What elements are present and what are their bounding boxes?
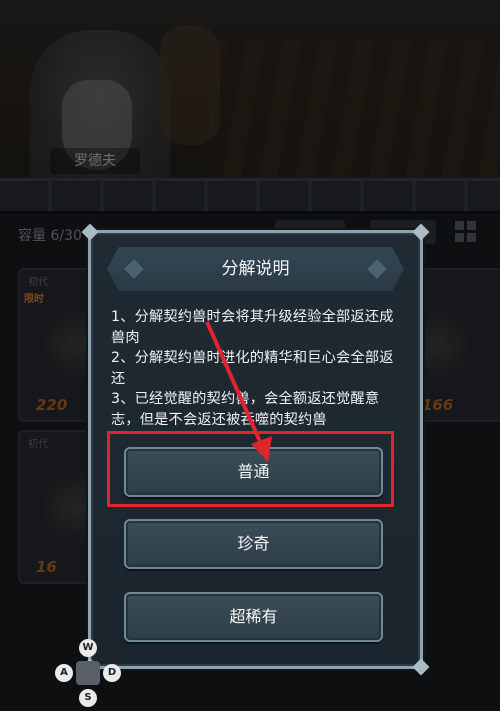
super-rare-button[interactable]: 超稀有	[124, 592, 383, 642]
dialog-title: 分解说明	[221, 259, 290, 279]
rule-line: 1、分解契约兽时会将其升级经验全部返还成兽肉	[111, 309, 394, 346]
dialog-title-bar: 分解说明	[107, 247, 404, 291]
dpad-right-key[interactable]: D	[103, 664, 121, 682]
dialog-description: 1、分解契约兽时会将其升级经验全部返还成兽肉 2、分解契约兽时进化的精华和巨心会…	[111, 307, 406, 430]
highlight-box	[107, 431, 394, 507]
dpad-center[interactable]	[76, 661, 100, 685]
dpad-left-key[interactable]: A	[55, 664, 73, 682]
rule-line: 2、分解契约兽时进化的精华和巨心会全部返还	[111, 350, 394, 387]
rule-line: 3、已经觉醒的契约兽，会全额返还觉醒意志，但是不会返还被吞噬的契约兽	[111, 391, 380, 428]
rare-button[interactable]: 珍奇	[124, 519, 383, 569]
dpad-down-key[interactable]: S	[79, 689, 97, 707]
dpad-up-key[interactable]: W	[79, 639, 97, 657]
dpad-controller[interactable]: W A D S	[50, 637, 126, 709]
